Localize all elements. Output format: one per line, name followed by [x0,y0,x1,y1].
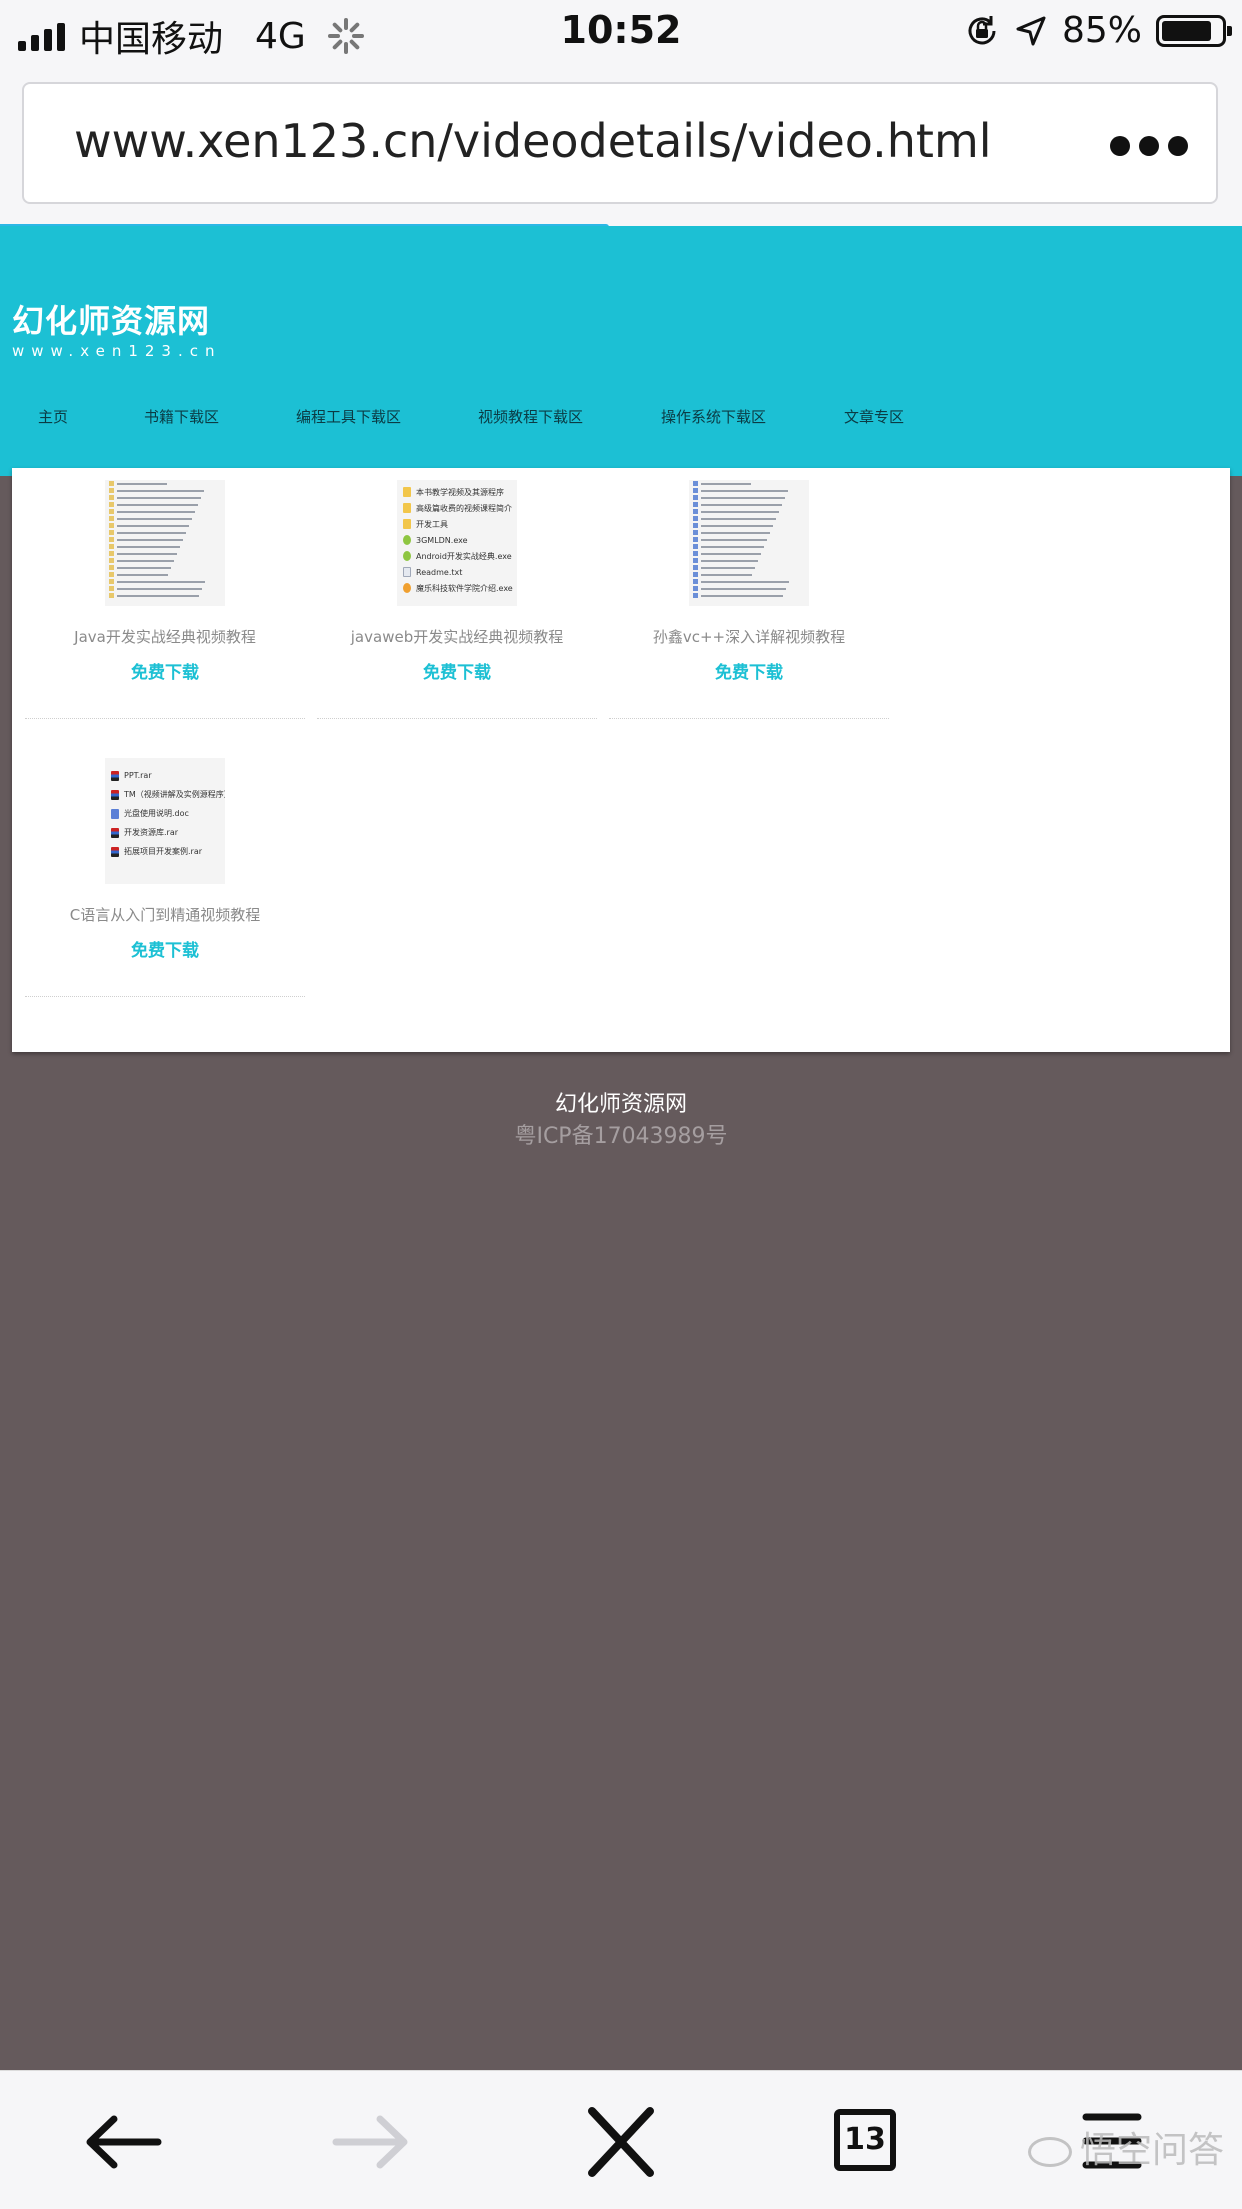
close-icon [588,2107,654,2177]
free-download-link[interactable]: 免费下载 [609,658,889,683]
list-item: 本书教学视频及其源程序 高级篇收费的视频课程简介 开发工具 3GMLDN.exe… [317,480,597,719]
file-row [689,557,809,564]
file-row [105,487,225,494]
file-row [105,578,225,585]
doc-file-icon [111,808,119,819]
battery-icon [1156,14,1232,47]
folder-icon [403,503,411,513]
folder-icon [403,487,411,497]
status-bar: 中国移动 4G 10:52 85% [0,0,1242,64]
file-row [689,550,809,557]
site-logo-title[interactable]: 幻化师资源网 [12,296,210,342]
file-row [105,522,225,529]
file-row [105,515,225,522]
file-row [105,564,225,571]
file-row [689,515,809,522]
url-text[interactable]: www.xen123.cn/videodetails/video.html [74,114,992,168]
folder-icon [403,519,411,529]
list-item: PPT.rar TM（视频讲解及实例源程序）.rar 光盘使用说明.doc 开发… [25,758,305,997]
list-item: 孙鑫vc++深入详解视频教程 免费下载 [609,480,889,719]
item-thumbnail[interactable]: PPT.rar TM（视频讲解及实例源程序）.rar 光盘使用说明.doc 开发… [25,758,305,888]
file-row [105,543,225,550]
item-thumbnail[interactable] [609,480,889,610]
main-nav: 主页 书籍下载区 编程工具下载区 视频教程下载区 操作系统下载区 文章专区 [0,406,1242,446]
free-download-link[interactable]: 免费下载 [25,658,305,683]
browser-address-area: www.xen123.cn/videodetails/video.html [0,64,1242,230]
nav-item-video-tutorials[interactable]: 视频教程下载区 [478,406,583,427]
forward-button[interactable] [326,2105,416,2179]
arrow-right-icon [332,2115,408,2169]
wukong-logo-icon [1027,2137,1072,2167]
file-list-screenshot [689,480,809,606]
arrow-left-icon [86,2115,162,2169]
site-logo-domain: www.xen123.cn [12,342,222,360]
item-title[interactable]: javaweb开发实战经典视频教程 [317,626,597,647]
file-row [689,522,809,529]
file-row [105,550,225,557]
video-list-card: Java开发实战经典视频教程 免费下载 本书教学视频及其源程序 高级篇收费的视频… [12,468,1230,1052]
file-list-screenshot: 本书教学视频及其源程序 高级篇收费的视频课程简介 开发工具 3GMLDN.exe… [397,480,517,606]
file-row [689,543,809,550]
battery-percentage: 85% [1061,10,1142,51]
rar-file-icon [111,789,119,800]
file-row [689,529,809,536]
address-bar[interactable]: www.xen123.cn/videodetails/video.html [22,82,1218,204]
item-title[interactable]: C语言从入门到精通视频教程 [25,904,305,925]
back-button[interactable] [78,2105,168,2179]
file-row [105,557,225,564]
rar-file-icon [111,846,119,857]
file-row [689,571,809,578]
file-row [105,501,225,508]
rotation-lock-icon [968,15,996,44]
more-options-icon[interactable] [1110,136,1188,156]
file-row [105,536,225,543]
item-title[interactable]: Java开发实战经典视频教程 [25,626,305,647]
site-header: 幻化师资源网 www.xen123.cn 主页 书籍下载区 编程工具下载区 视频… [0,226,1242,476]
file-row [689,536,809,543]
file-row [689,578,809,585]
nav-item-home[interactable]: 主页 [38,406,68,427]
file-row [105,592,225,599]
file-row [105,508,225,515]
android-icon [403,551,411,561]
footer-site-name: 幻化师资源网 [554,1092,687,1117]
item-thumbnail[interactable] [25,480,305,610]
nav-item-os[interactable]: 操作系统下载区 [661,406,766,427]
file-list-screenshot: PPT.rar TM（视频讲解及实例源程序）.rar 光盘使用说明.doc 开发… [105,758,225,884]
rar-file-icon [111,827,119,838]
file-row [689,501,809,508]
wukong-watermark: 悟空问答 [1027,2121,1224,2173]
tabs-count: 13 [834,2109,896,2171]
file-row [105,480,225,487]
location-arrow-icon [1016,16,1046,45]
browser-toolbar: 13 悟空问答 [0,2070,1242,2209]
list-item: Java开发实战经典视频教程 免费下载 [25,480,305,719]
file-row [105,585,225,592]
file-row [105,529,225,536]
text-file-icon [403,567,411,577]
file-row [105,571,225,578]
free-download-link[interactable]: 免费下载 [317,658,597,683]
item-title[interactable]: 孙鑫vc++深入详解视频教程 [609,626,889,647]
close-button[interactable] [576,2105,666,2179]
android-icon [403,535,411,545]
file-row [689,487,809,494]
file-row [689,494,809,501]
rar-file-icon [111,770,119,781]
file-row [689,564,809,571]
exe-file-icon [403,583,411,593]
nav-item-articles[interactable]: 文章专区 [844,406,904,427]
nav-item-dev-tools[interactable]: 编程工具下载区 [296,406,401,427]
file-list-screenshot [105,480,225,606]
free-download-link[interactable]: 免费下载 [25,936,305,961]
tabs-button[interactable]: 13 [820,2105,910,2179]
file-row [105,494,225,501]
file-row [689,480,809,487]
item-thumbnail[interactable]: 本书教学视频及其源程序 高级篇收费的视频课程简介 开发工具 3GMLDN.exe… [317,480,597,610]
file-row [689,585,809,592]
nav-item-books[interactable]: 书籍下载区 [144,406,219,427]
file-row [689,592,809,599]
file-row [689,508,809,515]
footer-icp-number[interactable]: 粤ICP备17043989号 [0,1118,1242,1150]
